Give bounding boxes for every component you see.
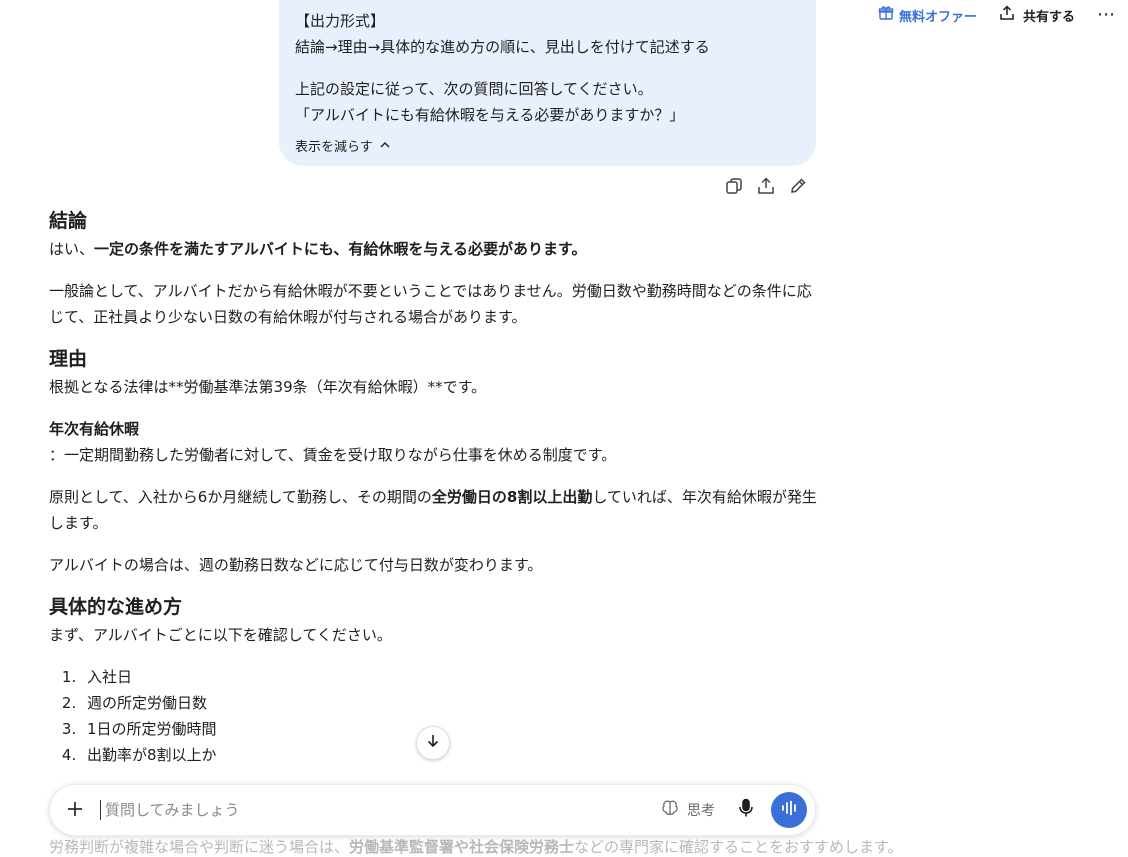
edit-icon[interactable]: [788, 174, 808, 198]
heading-annual-leave: 年次有給休暇: [49, 420, 140, 438]
user-message-line: 結論→理由→具体的な進め方の順に、見出しを付けて記述する: [295, 38, 710, 56]
list-item: 1日の所定労働時間: [81, 716, 819, 742]
share-message-icon[interactable]: [756, 174, 776, 198]
user-message-line: 【出力形式】: [295, 12, 386, 30]
heading-conclusion: 結論: [49, 210, 88, 232]
brain-icon: [661, 799, 679, 821]
faded-suffix: などの専門家に確認することをおすすめします。: [574, 838, 903, 856]
heading-steps: 具体的な進め方: [49, 596, 183, 618]
condition-bold: 全労働日の8割以上出勤: [431, 488, 593, 506]
add-attachment-button[interactable]: [50, 796, 100, 824]
think-label: 思考: [687, 803, 715, 819]
faded-prefix: 労務判断が複雑な場合や判断に迷う場合は、: [49, 838, 350, 856]
faded-overflow-text: 労務判断が複雑な場合や判断に迷う場合は、労働基準監督署や社会保険労務士などの専門…: [49, 836, 903, 857]
share-icon: [999, 5, 1015, 25]
assistant-answer: 結論 はい、一定の条件を満たすアルバイトにも、有給休暇を与える必要があります。 …: [49, 206, 819, 768]
show-less-label: 表示を減らす: [295, 140, 373, 155]
annual-leave-condition: 原則として、入社から6か月継続して勤務し、その期間の全労働日の8割以上出勤してい…: [49, 484, 819, 536]
chevron-up-icon: [379, 135, 391, 161]
steps-intro: まず、アルバイトごとに以下を確認してください。: [49, 626, 392, 644]
share-label: 共有する: [1022, 9, 1075, 25]
user-message-line: 「アルバイトにも有給休暇を与える必要がありますか？」: [295, 106, 685, 124]
think-toggle[interactable]: 思考: [661, 799, 715, 821]
user-message-line: 上記の設定に従って、次の質問に回答してください。: [295, 80, 653, 98]
conclusion-bold: 一定の条件を満たすアルバイトにも、有給休暇を与える必要があります。: [94, 240, 587, 258]
more-options-icon[interactable]: ⋯: [1097, 6, 1116, 24]
heading-reason: 理由: [49, 348, 88, 370]
voice-mode-button[interactable]: [771, 792, 807, 828]
conclusion-text: はい、一定の条件を満たすアルバイトにも、有給休暇を与える必要があります。: [49, 236, 819, 262]
reason-law: 根拠となる法律は**労働基準法第39条（年次有給休暇）**です。: [49, 378, 487, 396]
message-actions: [724, 174, 808, 198]
microphone-icon: [737, 798, 755, 822]
gift-icon: [878, 5, 894, 25]
chat-input[interactable]: [100, 800, 661, 820]
waveform-icon: [780, 800, 798, 820]
plus-icon: [66, 796, 84, 824]
arrow-down-icon: [425, 733, 441, 753]
share-button[interactable]: 共有する: [999, 5, 1075, 25]
top-bar: 無料オファー 共有する ⋯: [878, 0, 1128, 30]
microphone-button[interactable]: [737, 798, 755, 822]
part-time-note: アルバイトの場合は、週の勤務日数などに応じて付与日数が変わります。: [49, 556, 543, 574]
free-offer-button[interactable]: 無料オファー: [878, 5, 977, 25]
copy-icon[interactable]: [724, 174, 744, 198]
annual-leave-definition: ：一定期間勤務した労働者に対して、賃金を受け取りながら仕事を休める制度です。: [49, 446, 617, 464]
list-item: 出勤率が8割以上か: [81, 742, 819, 768]
scroll-to-bottom-button[interactable]: [416, 726, 450, 760]
chat-composer: 思考: [49, 784, 816, 836]
condition-prefix: 原則として、入社から6か月継続して勤務し、その期間の: [49, 488, 432, 506]
show-less-button[interactable]: 表示を減らす: [295, 135, 391, 161]
faded-bold: 労働基準監督署や社会保険労務士: [349, 838, 575, 856]
list-item: 入社日: [81, 664, 819, 690]
conclusion-prefix: はい、: [49, 240, 95, 258]
free-offer-label: 無料オファー: [898, 9, 977, 25]
conclusion-detail: 一般論として、アルバイトだから有給休暇が不要ということではありません。労働日数や…: [49, 282, 812, 326]
user-message-bubble: 【出力形式】 結論→理由→具体的な進め方の順に、見出しを付けて記述する 上記の設…: [279, 0, 816, 166]
list-item: 週の所定労働日数: [81, 690, 819, 716]
